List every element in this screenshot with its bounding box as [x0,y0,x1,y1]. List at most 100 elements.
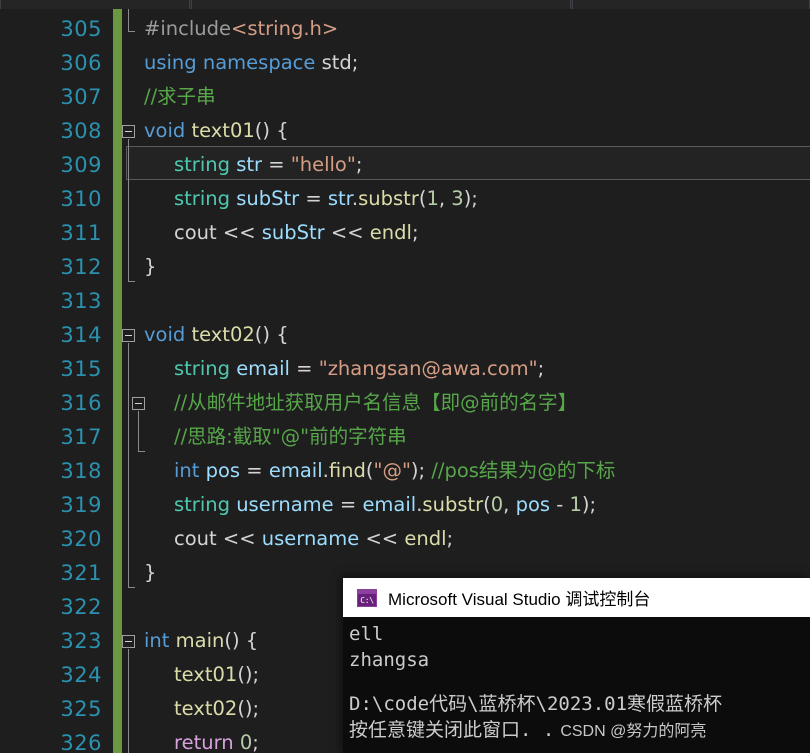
line-number: 305 [60,17,102,41]
code-token: str [236,153,269,176]
console-titlebar[interactable]: C:\ Microsoft Visual Studio 调试控制台 [343,578,810,617]
code-line[interactable]: //思路:截取"@"前的字符串 [174,420,407,454]
fold-scope-end [128,31,135,32]
code-token: text02 [191,323,255,346]
code-token: - [556,493,570,516]
line-number: 306 [60,51,102,75]
code-token: email [236,357,297,380]
code-line[interactable]: text02(); [174,692,259,726]
code-token: ; [351,51,359,74]
code-token: subStr [261,221,331,244]
code-token: endl [369,221,412,244]
code-token: //从邮件地址获取用户名信息【即@前的名字】 [174,391,578,414]
code-token: //思路:截取"@"前的字符串 [174,425,407,448]
document-tab-edge[interactable] [0,0,190,9]
line-number: 311 [60,221,102,245]
code-token: = [246,459,269,482]
code-line[interactable]: //从邮件地址获取用户名信息【即@前的名字】 [174,386,577,420]
code-token: (); [237,663,260,686]
code-line[interactable]: using namespace std; [144,46,358,80]
outlining-fold-margin[interactable] [122,9,145,753]
code-token: ); [463,187,478,210]
document-tab-edge[interactable] [191,0,571,9]
code-line[interactable]: #include<string.h> [144,12,338,46]
code-line[interactable]: void text01() { [144,114,289,148]
code-token: username [261,527,366,550]
line-number: 317 [60,425,102,449]
fold-scope-end [128,587,135,588]
code-token: return [174,731,240,753]
line-number: 323 [60,629,102,653]
code-token: << [330,221,370,244]
code-token: string [174,357,237,380]
code-token: main [175,629,225,652]
line-number: 324 [60,663,102,687]
code-token: ; [537,357,545,380]
code-token: cout [174,221,223,244]
code-token: //求子串 [144,85,216,108]
code-token: std [321,51,352,74]
code-line[interactable]: string email = "zhangsan@awa.com"; [174,352,544,386]
code-token: int [174,459,206,482]
fold-toggle-icon[interactable] [122,635,135,648]
line-number: 322 [60,595,102,619]
code-token: pos [515,493,557,516]
code-token: str [327,187,352,210]
code-token: 1 [426,187,439,210]
fold-scope-line [128,139,129,281]
code-token: = [339,493,363,516]
document-tabwell-sliver [0,0,810,9]
debug-console-window[interactable]: C:\ Microsoft Visual Studio 调试控制台 ell zha… [343,578,810,753]
code-line[interactable]: } [144,250,156,284]
code-line[interactable]: int main() { [144,624,258,658]
code-token: email [362,493,417,516]
code-token: ; [446,527,454,550]
code-token: ; [411,221,419,244]
code-token: "hello" [290,153,356,176]
console-output-line: ell [349,623,384,645]
document-tab-edge[interactable] [572,0,810,9]
code-token: () { [254,119,289,142]
code-token: string [174,187,237,210]
console-output-line: zhangsa [349,649,430,671]
code-token: "zhangsan@awa.com" [318,357,538,380]
line-number: 321 [60,561,102,585]
changed-lines-track [113,9,122,753]
code-line[interactable]: void text02() { [144,318,289,352]
code-line[interactable]: cout << subStr << endl; [174,216,419,250]
code-token: find [328,459,366,482]
console-output-line: D:\code代码\蓝桥杯\2023.01寒假蓝桥杯 [349,693,723,715]
code-token: ); [581,493,597,516]
fold-toggle-icon[interactable] [132,397,145,410]
line-number: 320 [60,527,102,551]
fold-scope-line [138,411,139,451]
console-prompt-row: 按任意键关闭此窗口. . CSDN @努力的阿亮 [349,717,810,743]
code-line[interactable]: string subStr = str.substr(1, 3); [174,182,478,216]
console-prompt-text: 按任意键关闭此窗口. . [349,719,555,741]
console-title-text: Microsoft Visual Studio 调试控制台 [388,590,651,609]
code-token: 0 [239,731,253,753]
line-number: 307 [60,85,102,109]
code-line[interactable]: } [144,556,156,590]
code-token: subStr [236,187,306,210]
code-token: endl [404,527,447,550]
fold-toggle-icon[interactable] [122,125,135,138]
code-token: << [222,221,262,244]
console-output-area[interactable]: ell zhangsa D:\code代码\蓝桥杯\2023.01寒假蓝桥杯 按任… [343,617,810,753]
code-token: text01 [174,663,238,686]
code-line[interactable]: //求子串 [144,80,216,114]
code-line[interactable]: return 0; [174,726,259,753]
code-line[interactable]: string str = "hello"; [174,148,362,182]
code-line[interactable]: string username = email.substr(0, pos - … [174,488,596,522]
code-token: 3 [451,187,464,210]
code-line[interactable]: cout << username << endl; [174,522,453,556]
code-token: #include [144,17,231,40]
code-token: cout [174,527,223,550]
code-line[interactable]: text01(); [174,658,259,692]
line-number: 325 [60,697,102,721]
fold-toggle-icon[interactable] [122,329,135,342]
fold-scope-end [128,281,135,282]
fold-scope-line [128,9,129,31]
code-line[interactable]: int pos = email.find("@"); //pos结果为@的下标 [174,454,615,488]
